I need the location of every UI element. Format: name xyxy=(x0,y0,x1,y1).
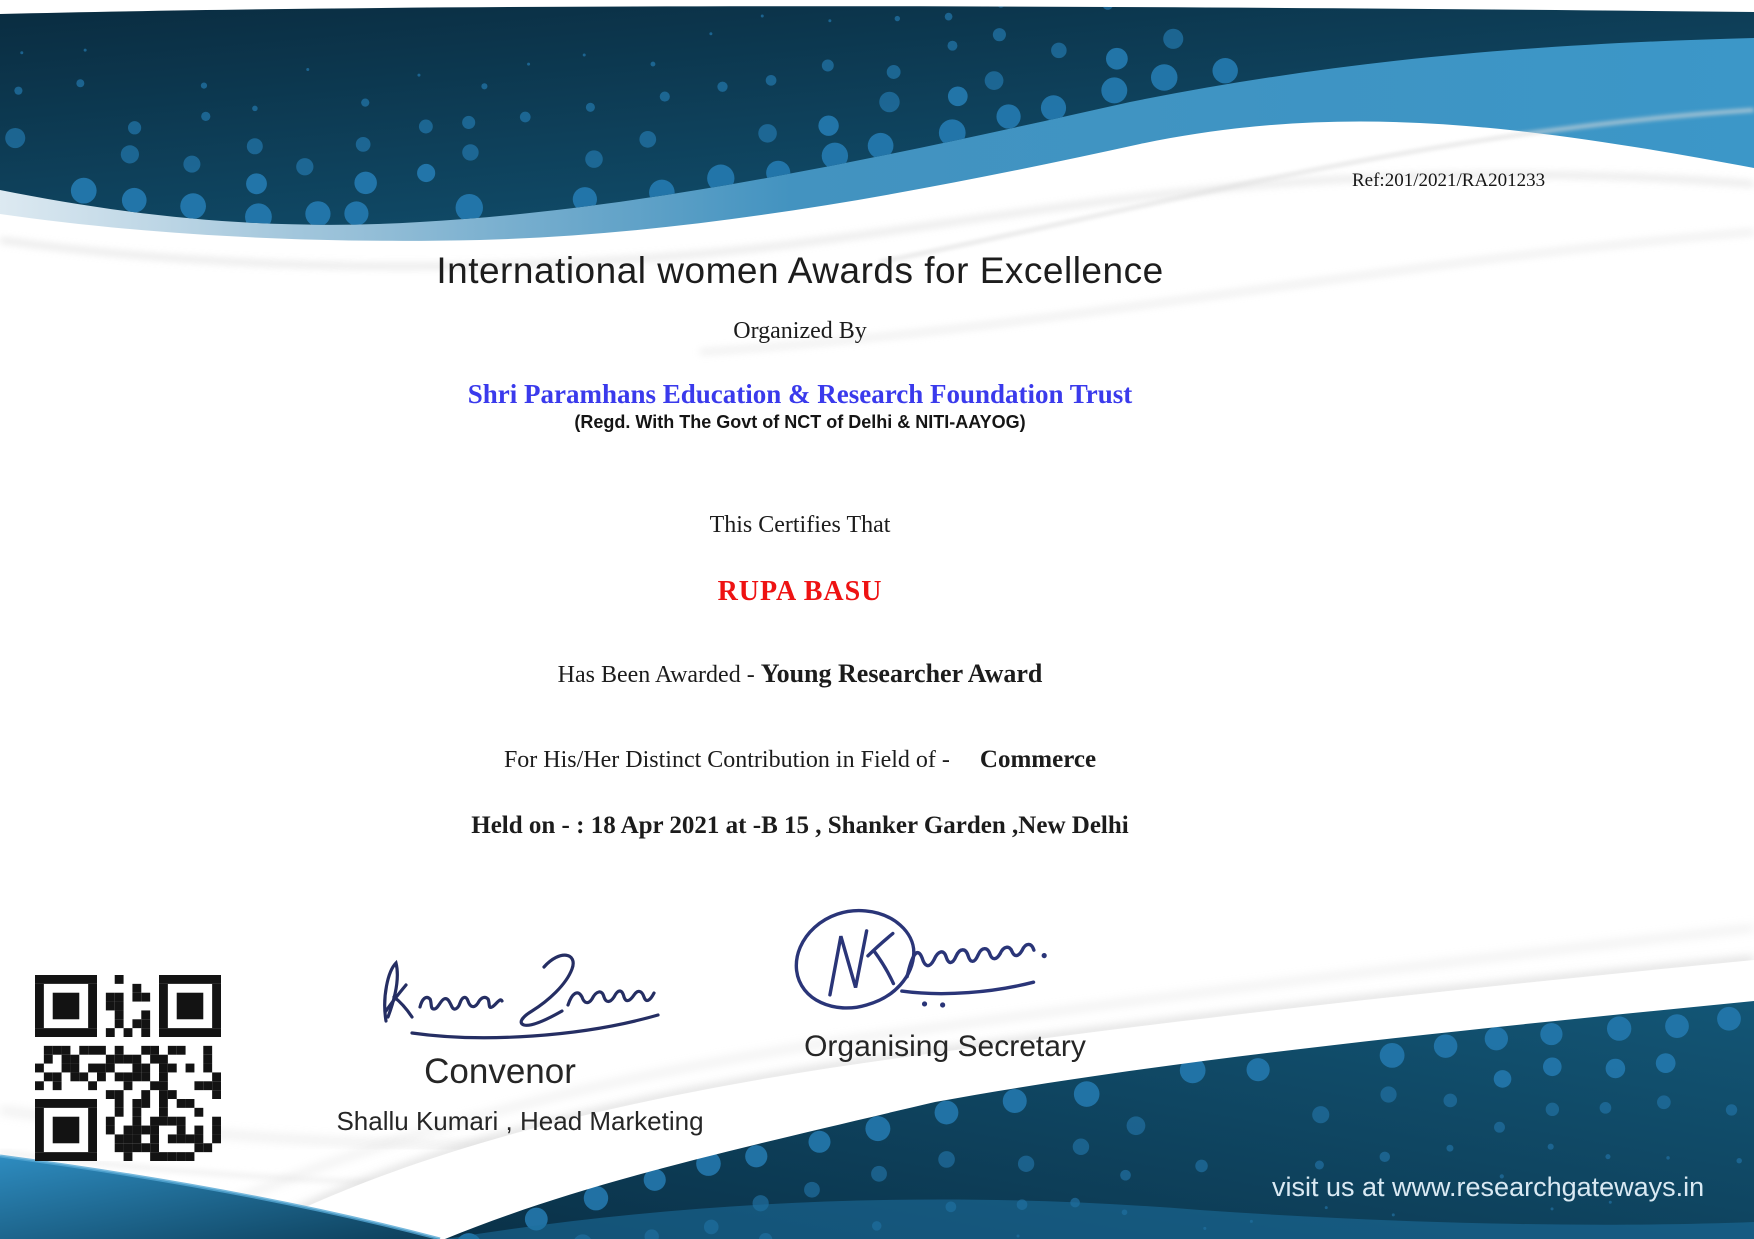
contribution-line: For His/Her Distinct Contribution in Fie… xyxy=(0,746,1600,774)
convenor-name-label: Shallu Kumari , Head Marketing xyxy=(336,1106,704,1136)
top-wave-decoration xyxy=(0,6,1754,354)
recipient-name: RUPA BASU xyxy=(717,576,883,607)
signature-left xyxy=(383,953,660,1040)
award-prefix: Has Been Awarded - xyxy=(557,662,761,688)
award-name: Young Researcher Award xyxy=(760,659,1043,688)
footer-visit-text: visit us at www.researchgateways.in xyxy=(1272,1172,1705,1202)
contribution-prefix: For His/Her Distinct Contribution in Fie… xyxy=(503,747,950,773)
award-line: Has Been Awarded - Young Researcher Awar… xyxy=(0,659,1600,689)
registration-note: (Regd. With The Govt of NCT of Delhi & N… xyxy=(574,412,1026,432)
organized-by-label: Organized By xyxy=(733,318,867,344)
ref-number: Ref:201/2021/RA201233 xyxy=(1352,170,1546,191)
certificate-title: International women Awards for Excellenc… xyxy=(436,250,1164,291)
signature-right xyxy=(794,908,1047,1010)
held-on-line: Held on - : 18 Apr 2021 at -B 15 , Shank… xyxy=(471,812,1129,839)
qr-code xyxy=(35,975,221,1161)
organising-secretary-label: Organising Secretary xyxy=(804,1030,1086,1063)
field-name: Commerce xyxy=(979,746,1097,773)
convenor-role-label: Convenor xyxy=(424,1052,576,1091)
certifies-label: This Certifies That xyxy=(709,512,891,538)
organization-name: Shri Paramhans Education & Research Foun… xyxy=(467,379,1133,409)
certificate-page: Ref:201/2021/RA201233 International wome… xyxy=(0,0,1754,1239)
